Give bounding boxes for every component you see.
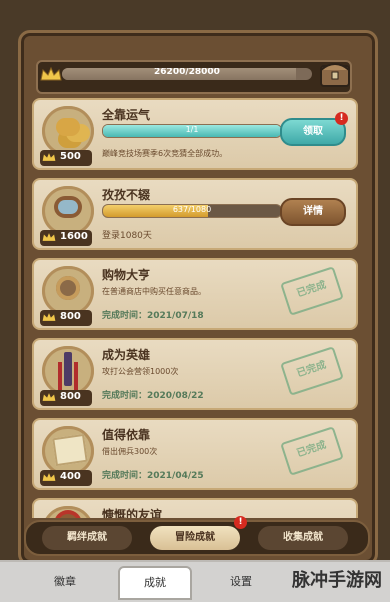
completed-stamp: 已完成	[280, 346, 344, 396]
achievement-desc: 在普通商店中购买任意商品。	[102, 287, 206, 296]
achievement-card: 慷慨的友谊	[32, 498, 358, 518]
monk-character-icon	[42, 506, 94, 518]
achievement-card: 500 全靠运气 1/1 巅峰竞技场赛季6次竞猜全部成功。 领取 !	[32, 98, 358, 170]
notification-badge: !	[335, 112, 348, 125]
level-value: 800	[60, 311, 81, 322]
level-value: 1600	[60, 231, 88, 242]
level-badge: 500	[40, 150, 92, 166]
total-progress-text: 26200/28000	[154, 68, 220, 77]
achievement-desc: 巅峰竞技场赛季6次竞猜全部成功。	[102, 149, 228, 158]
achievement-card: 800 购物大亨 在普通商店中购买任意商品。 完成时间：2021/07/18 已…	[32, 258, 358, 330]
sword-icon	[42, 346, 94, 396]
achievement-progress-text: 637/1080	[172, 205, 212, 214]
level-badge: 800	[40, 390, 92, 406]
achievement-progress: 1/1	[102, 124, 282, 138]
notification-badge: !	[234, 516, 247, 529]
achievement-title: 孜孜不辍	[102, 188, 151, 202]
achievement-card: 400 值得依靠 借出佣兵300次 完成时间：2021/04/25 已完成	[32, 418, 358, 490]
crown-icon	[40, 66, 62, 82]
scale-icon	[42, 266, 94, 316]
level-value: 400	[60, 471, 81, 482]
site-watermark: 脉冲手游网	[292, 570, 382, 591]
gold-coins-icon	[42, 106, 94, 156]
achievement-title: 成为英雄	[102, 348, 151, 362]
achievement-title: 慷慨的友谊	[102, 508, 163, 518]
food-plate-icon	[42, 186, 94, 236]
level-badge: 400	[40, 470, 92, 486]
tab-adventure-achievements[interactable]: 冒险成就	[150, 526, 240, 550]
completion-date: 完成时间：2021/04/25	[102, 471, 204, 481]
achievement-card: 800 成为英雄 攻打公会营领1000次 完成时间：2020/08/22 已完成	[32, 338, 358, 410]
level-badge: 800	[40, 310, 92, 326]
completed-stamp: 已完成	[280, 426, 344, 476]
achievement-title: 全靠运气	[102, 108, 151, 122]
crown-icon	[42, 311, 56, 323]
nav-achievements[interactable]: 成就	[118, 566, 192, 600]
achievement-progress-text: 1/1	[185, 125, 199, 134]
treasure-chest-icon[interactable]	[318, 56, 352, 90]
nav-settings[interactable]: 设置	[206, 570, 276, 594]
completion-date: 完成时间：2020/08/22	[102, 391, 204, 401]
total-progress-track: 26200/28000	[62, 68, 312, 80]
completed-stamp: 已完成	[280, 266, 344, 316]
achievement-card: 1600 孜孜不辍 637/1080 登录1080天 详情	[32, 178, 358, 250]
scroll-contract-icon	[42, 426, 94, 476]
achievement-desc: 登录1080天	[102, 231, 152, 241]
achievement-desc: 借出佣兵300次	[102, 447, 158, 456]
crown-icon	[42, 231, 56, 243]
achievement-title: 值得依靠	[102, 428, 151, 442]
level-value: 500	[60, 151, 81, 162]
achievement-title: 购物大亨	[102, 268, 151, 282]
details-button[interactable]: 详情	[280, 198, 346, 226]
achievement-desc: 攻打公会营领1000次	[102, 367, 179, 376]
tab-bond-achievements[interactable]: 羁绊成就	[42, 526, 132, 550]
crown-icon	[42, 471, 56, 483]
tab-collection-achievements[interactable]: 收集成就	[258, 526, 348, 550]
achievement-category-tabs: 羁绊成就 冒险成就 收集成就 !	[24, 516, 370, 556]
achievement-progress: 637/1080	[102, 204, 282, 218]
crown-icon	[42, 151, 56, 163]
level-value: 800	[60, 391, 81, 402]
level-badge: 1600	[40, 230, 92, 246]
completion-date: 完成时间：2021/07/18	[102, 311, 204, 321]
achievement-list[interactable]: 500 全靠运气 1/1 巅峰竞技场赛季6次竞猜全部成功。 领取 ! 1600 …	[32, 98, 358, 518]
nav-badges[interactable]: 徽章	[30, 570, 100, 594]
crown-icon	[42, 391, 56, 403]
